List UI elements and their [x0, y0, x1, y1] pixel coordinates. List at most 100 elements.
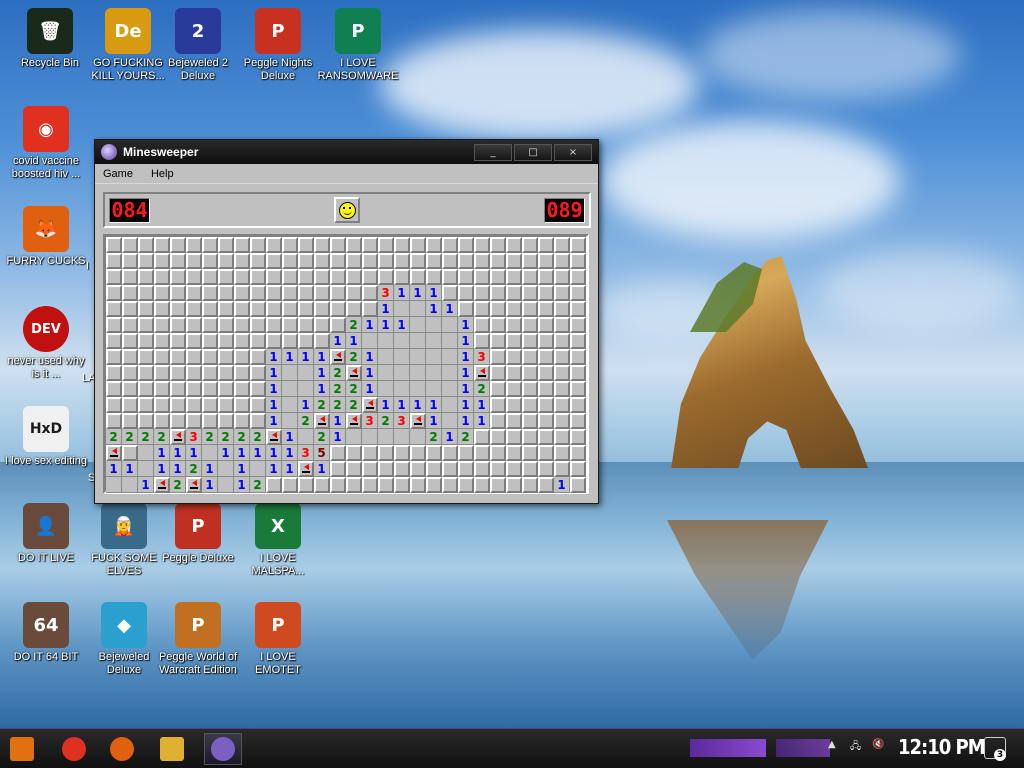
unopened-cell[interactable] — [138, 333, 154, 349]
unopened-cell[interactable] — [186, 253, 202, 269]
number-cell[interactable]: 3 — [298, 445, 314, 461]
unopened-cell[interactable] — [218, 301, 234, 317]
unopened-cell[interactable] — [202, 365, 218, 381]
number-cell[interactable]: 1 — [202, 477, 218, 493]
number-cell[interactable]: 1 — [170, 461, 186, 477]
unopened-cell[interactable] — [170, 333, 186, 349]
flagged-cell[interactable] — [474, 365, 490, 381]
number-cell[interactable]: 1 — [362, 349, 378, 365]
number-cell[interactable]: 1 — [362, 317, 378, 333]
number-cell[interactable]: 2 — [426, 429, 442, 445]
unopened-cell[interactable] — [458, 445, 474, 461]
unopened-cell[interactable] — [218, 317, 234, 333]
unopened-cell[interactable] — [346, 269, 362, 285]
number-cell[interactable]: 2 — [106, 429, 122, 445]
unopened-cell[interactable] — [170, 397, 186, 413]
taskbar-explorer-folder-button[interactable] — [154, 733, 190, 765]
unopened-cell[interactable] — [490, 333, 506, 349]
unopened-cell[interactable] — [330, 269, 346, 285]
opened-cell[interactable] — [394, 381, 410, 397]
number-cell[interactable]: 2 — [346, 381, 362, 397]
number-cell[interactable]: 2 — [330, 365, 346, 381]
unopened-cell[interactable] — [122, 317, 138, 333]
unopened-cell[interactable] — [490, 285, 506, 301]
unopened-cell[interactable] — [378, 477, 394, 493]
number-cell[interactable]: 1 — [330, 413, 346, 429]
unopened-cell[interactable] — [234, 397, 250, 413]
unopened-cell[interactable] — [106, 397, 122, 413]
number-cell[interactable]: 1 — [442, 429, 458, 445]
unopened-cell[interactable] — [282, 285, 298, 301]
unopened-cell[interactable] — [314, 317, 330, 333]
unopened-cell[interactable] — [218, 269, 234, 285]
unopened-cell[interactable] — [554, 445, 570, 461]
unopened-cell[interactable] — [234, 413, 250, 429]
unopened-cell[interactable] — [106, 237, 122, 253]
unopened-cell[interactable] — [538, 397, 554, 413]
unopened-cell[interactable] — [330, 461, 346, 477]
number-cell[interactable]: 1 — [266, 365, 282, 381]
unopened-cell[interactable] — [138, 285, 154, 301]
number-cell[interactable]: 2 — [234, 429, 250, 445]
unopened-cell[interactable] — [474, 333, 490, 349]
number-cell[interactable]: 1 — [474, 397, 490, 413]
unopened-cell[interactable] — [458, 461, 474, 477]
number-cell[interactable]: 2 — [314, 429, 330, 445]
unopened-cell[interactable] — [538, 365, 554, 381]
unopened-cell[interactable] — [426, 477, 442, 493]
unopened-cell[interactable] — [346, 253, 362, 269]
number-cell[interactable]: 3 — [362, 413, 378, 429]
unopened-cell[interactable] — [490, 381, 506, 397]
unopened-cell[interactable] — [490, 349, 506, 365]
opened-cell[interactable] — [394, 301, 410, 317]
unopened-cell[interactable] — [394, 461, 410, 477]
number-cell[interactable]: 1 — [186, 445, 202, 461]
unopened-cell[interactable] — [266, 237, 282, 253]
number-cell[interactable]: 3 — [474, 349, 490, 365]
unopened-cell[interactable] — [522, 413, 538, 429]
unopened-cell[interactable] — [506, 381, 522, 397]
unopened-cell[interactable] — [522, 461, 538, 477]
unopened-cell[interactable] — [282, 237, 298, 253]
opened-cell[interactable] — [250, 461, 266, 477]
unopened-cell[interactable] — [538, 269, 554, 285]
unopened-cell[interactable] — [506, 269, 522, 285]
number-cell[interactable]: 1 — [266, 397, 282, 413]
unopened-cell[interactable] — [506, 317, 522, 333]
unopened-cell[interactable] — [410, 253, 426, 269]
number-cell[interactable]: 1 — [282, 461, 298, 477]
minesweeper-window[interactable]: Minesweeper _ □ × Game Help 084 089 3111… — [94, 139, 599, 504]
unopened-cell[interactable] — [522, 445, 538, 461]
unopened-cell[interactable] — [170, 237, 186, 253]
desktop-icon-recycle-bin[interactable]: 🗑 Recycle Bin — [8, 8, 92, 70]
number-cell[interactable]: 1 — [234, 445, 250, 461]
unopened-cell[interactable] — [522, 237, 538, 253]
number-cell[interactable]: 2 — [250, 429, 266, 445]
unopened-cell[interactable] — [394, 253, 410, 269]
unopened-cell[interactable] — [378, 253, 394, 269]
unopened-cell[interactable] — [282, 301, 298, 317]
flagged-cell[interactable] — [186, 477, 202, 493]
opened-cell[interactable] — [138, 461, 154, 477]
unopened-cell[interactable] — [458, 477, 474, 493]
number-cell[interactable]: 1 — [426, 413, 442, 429]
number-cell[interactable]: 2 — [122, 429, 138, 445]
taskbar-chrome-button[interactable] — [56, 733, 92, 765]
opened-cell[interactable] — [298, 381, 314, 397]
unopened-cell[interactable] — [426, 461, 442, 477]
unopened-cell[interactable] — [250, 301, 266, 317]
unopened-cell[interactable] — [506, 349, 522, 365]
unopened-cell[interactable] — [122, 413, 138, 429]
unopened-cell[interactable] — [426, 237, 442, 253]
unopened-cell[interactable] — [506, 237, 522, 253]
unopened-cell[interactable] — [538, 253, 554, 269]
number-cell[interactable]: 1 — [394, 317, 410, 333]
unopened-cell[interactable] — [346, 285, 362, 301]
flagged-cell[interactable] — [266, 429, 282, 445]
number-cell[interactable]: 1 — [282, 429, 298, 445]
unopened-cell[interactable] — [234, 285, 250, 301]
unopened-cell[interactable] — [538, 461, 554, 477]
unopened-cell[interactable] — [522, 365, 538, 381]
unopened-cell[interactable] — [474, 461, 490, 477]
flagged-cell[interactable] — [106, 445, 122, 461]
